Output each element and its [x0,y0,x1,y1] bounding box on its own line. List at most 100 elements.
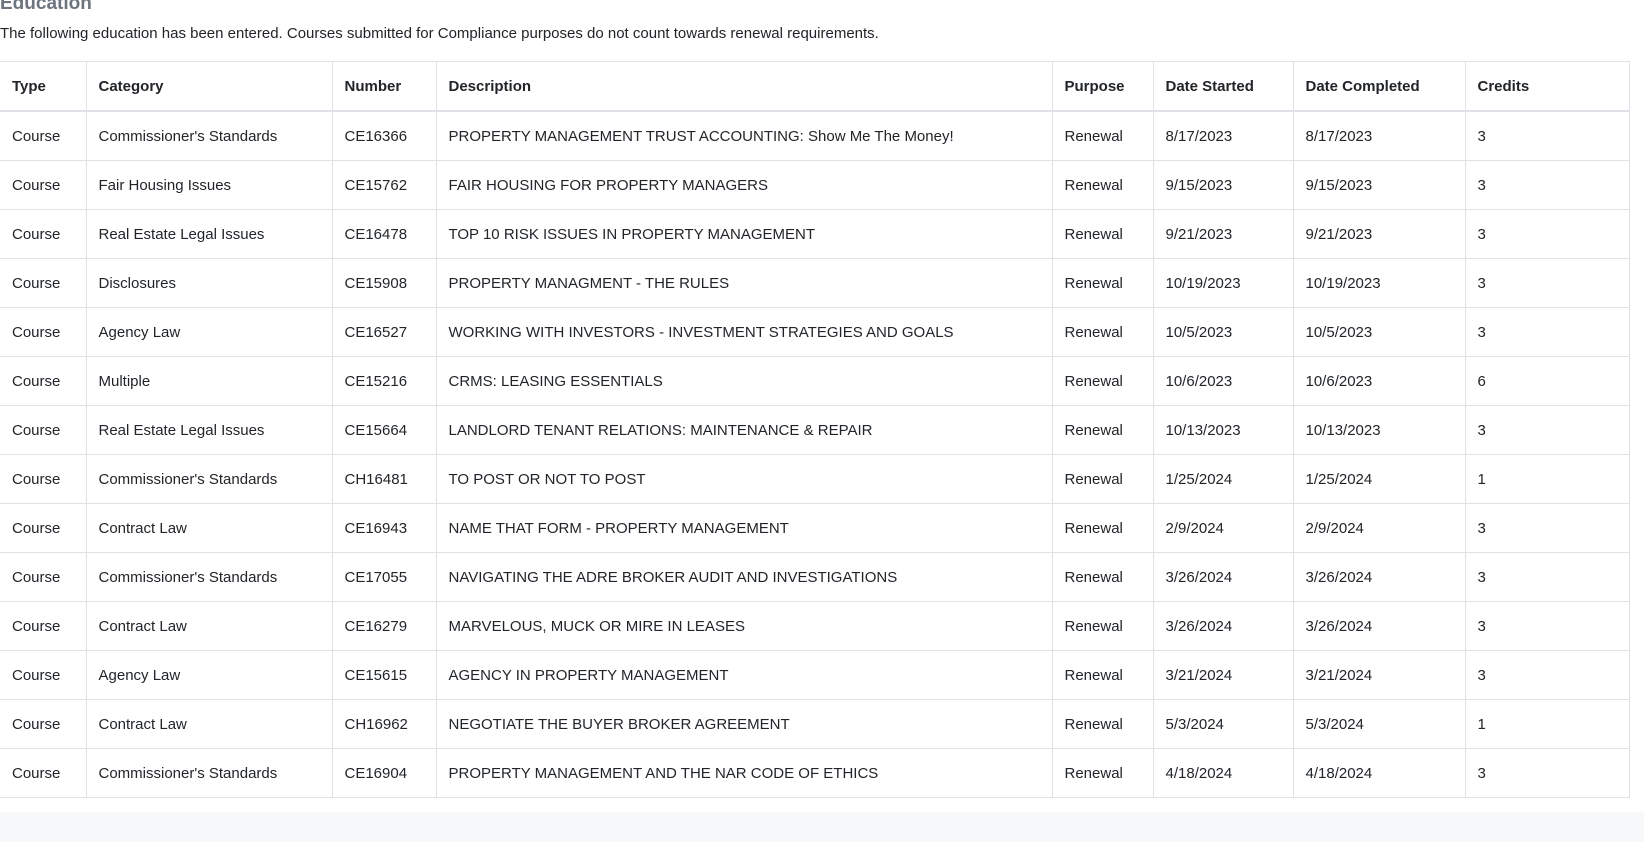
cell-type: Course [0,110,87,161]
table-row: Course Contract Law CH16962 NEGOTIATE THE B… [0,699,1630,749]
cell-number: CE16904 [331,748,437,798]
cell-number: CE15908 [331,258,437,308]
cell-number: CH16962 [331,699,437,749]
cell-purpose: Renewal [1051,748,1154,798]
cell-category: Contract Law [85,699,333,749]
cell-description: TO POST OR NOT TO POST [435,454,1053,504]
header-number: Number [331,61,437,112]
cell-number: CE15216 [331,356,437,406]
cell-category: Real Estate Legal Issues [85,405,333,455]
cell-type: Course [0,160,87,210]
cell-credits: 3 [1464,209,1630,259]
cell-description: NEGOTIATE THE BUYER BROKER AGREEMENT [435,699,1053,749]
cell-credits: 3 [1464,503,1630,553]
cell-date-started: 9/15/2023 [1152,160,1294,210]
cell-description: LANDLORD TENANT RELATIONS: MAINTENANCE &… [435,405,1053,455]
table-row: Course Real Estate Legal Issues CE16478 TOP… [0,209,1630,259]
cell-credits: 3 [1464,650,1630,700]
cell-type: Course [0,552,87,602]
cell-purpose: Renewal [1051,307,1154,357]
cell-credits: 1 [1464,454,1630,504]
cell-description: WORKING WITH INVESTORS - INVESTMENT STRA… [435,307,1053,357]
cell-credits: 3 [1464,160,1630,210]
cell-credits: 3 [1464,405,1630,455]
cell-date-completed: 10/19/2023 [1292,258,1466,308]
cell-type: Course [0,503,87,553]
table-row: Course Multiple CE15216 CRMS: LEASING ESSEN… [0,356,1630,406]
cell-date-completed: 10/5/2023 [1292,307,1466,357]
cell-type: Course [0,209,87,259]
cell-date-started: 10/6/2023 [1152,356,1294,406]
cell-date-completed: 3/26/2024 [1292,601,1466,651]
cell-category: Commissioner's Standards [85,552,333,602]
cell-category: Disclosures [85,258,333,308]
cell-type: Course [0,405,87,455]
cell-credits: 1 [1464,699,1630,749]
cell-date-started: 5/3/2024 [1152,699,1294,749]
cell-number: CE16527 [331,307,437,357]
cell-date-started: 1/25/2024 [1152,454,1294,504]
table-row: Course Commissioner's Standards CH16481 TO … [0,454,1630,504]
cell-purpose: Renewal [1051,601,1154,651]
cell-type: Course [0,699,87,749]
table-row: Course Commissioner's Standards CE17055 NAV… [0,552,1630,602]
table-row: Course Agency Law CE16527 WORKING WITH INVE… [0,307,1630,357]
cell-purpose: Renewal [1051,503,1154,553]
header-purpose: Purpose [1051,61,1154,112]
cell-type: Course [0,454,87,504]
table-row: Course Fair Housing Issues CE15762 FAIR HOU… [0,160,1630,210]
cell-category: Multiple [85,356,333,406]
cell-date-started: 3/26/2024 [1152,601,1294,651]
cell-category: Agency Law [85,650,333,700]
cell-number: CE15615 [331,650,437,700]
table-row: Course Commissioner's Standards CE16904 PRO… [0,748,1630,798]
cell-description: FAIR HOUSING FOR PROPERTY MANAGERS [435,160,1053,210]
table-body: Course Commissioner's Standards CE16366 PRO… [0,110,1630,798]
header-credits: Credits [1464,61,1630,112]
cell-date-started: 3/21/2024 [1152,650,1294,700]
cell-date-completed: 3/21/2024 [1292,650,1466,700]
cell-description: NAVIGATING THE ADRE BROKER AUDIT AND INV… [435,552,1053,602]
cell-date-completed: 4/18/2024 [1292,748,1466,798]
cell-date-started: 9/21/2023 [1152,209,1294,259]
cell-credits: 3 [1464,258,1630,308]
table-row: Course Real Estate Legal Issues CE15664 LAN… [0,405,1630,455]
cell-date-completed: 10/6/2023 [1292,356,1466,406]
cell-purpose: Renewal [1051,110,1154,161]
table-row: Course Disclosures CE15908 PROPERTY MANAGME… [0,258,1630,308]
cell-type: Course [0,601,87,651]
cell-description: AGENCY IN PROPERTY MANAGEMENT [435,650,1053,700]
cell-type: Course [0,307,87,357]
cell-date-started: 10/13/2023 [1152,405,1294,455]
cell-date-completed: 9/21/2023 [1292,209,1466,259]
header-date-completed: Date Completed [1292,61,1466,112]
cell-purpose: Renewal [1051,650,1154,700]
cell-purpose: Renewal [1051,258,1154,308]
cell-category: Commissioner's Standards [85,110,333,161]
cell-description: PROPERTY MANAGEMENT AND THE NAR CODE OF … [435,748,1053,798]
cell-category: Commissioner's Standards [85,748,333,798]
header-category: Category [85,61,333,112]
cell-date-started: 3/26/2024 [1152,552,1294,602]
cell-description: NAME THAT FORM - PROPERTY MANAGEMENT [435,503,1053,553]
cell-category: Agency Law [85,307,333,357]
cell-date-completed: 1/25/2024 [1292,454,1466,504]
cell-type: Course [0,356,87,406]
cell-description: CRMS: LEASING ESSENTIALS [435,356,1053,406]
cell-number: CE16943 [331,503,437,553]
cell-description: PROPERTY MANAGEMENT TRUST ACCOUNTING: Sh… [435,110,1053,161]
cell-credits: 3 [1464,552,1630,602]
cell-number: CE16279 [331,601,437,651]
cell-date-completed: 8/17/2023 [1292,110,1466,161]
cell-purpose: Renewal [1051,699,1154,749]
cell-credits: 3 [1464,307,1630,357]
cell-date-started: 2/9/2024 [1152,503,1294,553]
education-page: Education The following education has be… [0,0,1644,842]
table-row: Course Agency Law CE15615 AGENCY IN PROPERT… [0,650,1630,700]
cell-category: Contract Law [85,503,333,553]
cell-number: CE15762 [331,160,437,210]
footer-band [0,812,1644,842]
cell-description: PROPERTY MANAGMENT - THE RULES [435,258,1053,308]
section-description: The following education has been entered… [0,25,879,42]
cell-date-started: 10/5/2023 [1152,307,1294,357]
